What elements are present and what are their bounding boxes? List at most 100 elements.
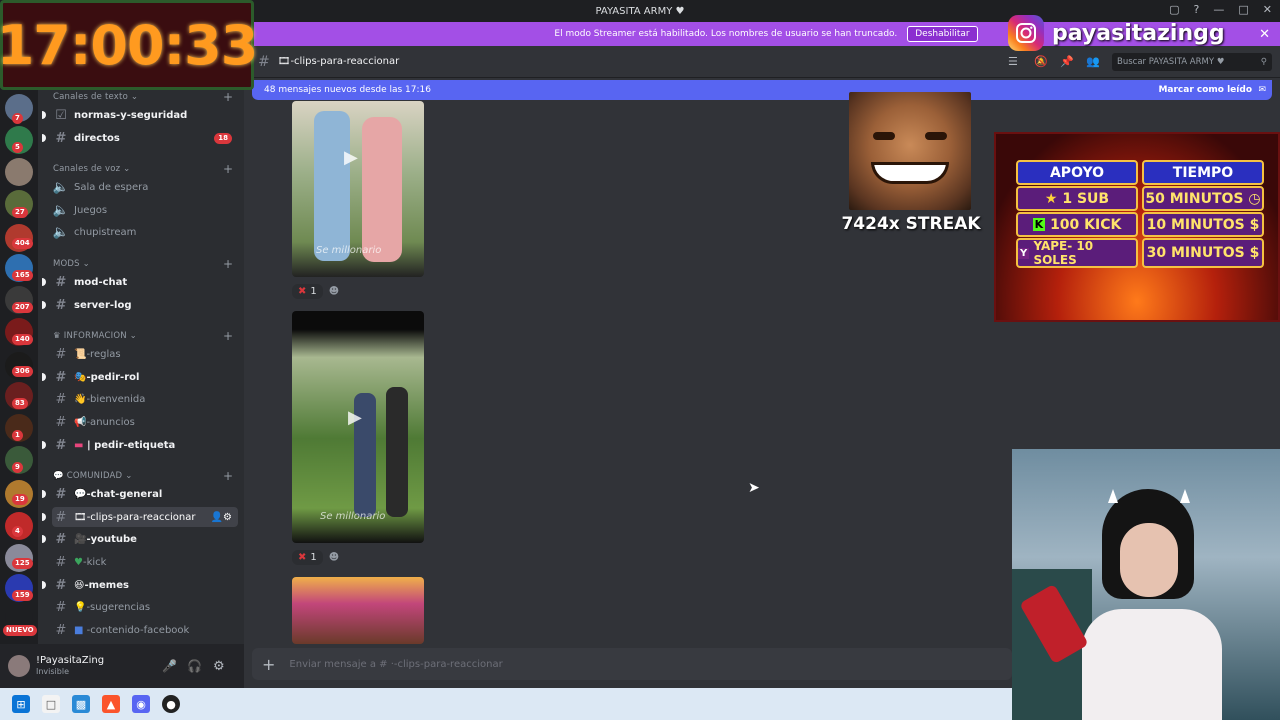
members-icon[interactable]: 👥 — [1086, 55, 1100, 68]
add-attachment-icon[interactable]: + — [262, 655, 275, 674]
green-heart-icon: ♥ — [74, 556, 83, 568]
channel-anuncios[interactable]: # 📢 -anuncios — [52, 412, 238, 432]
windows-start-icon[interactable]: ⊞ — [12, 695, 30, 713]
hash-icon: # — [55, 554, 67, 570]
category-informacion[interactable]: ♛ INFORMACION ⌄ + — [53, 329, 233, 343]
video-clip[interactable] — [292, 577, 424, 644]
mark-read-button[interactable]: Marcar como leído — [1158, 85, 1252, 95]
unread-dot — [42, 581, 46, 589]
hash-icon: # — [55, 622, 67, 638]
channel-contenido-facebook[interactable]: # ■ -contenido-facebook — [52, 620, 238, 640]
channel-clips-para-reaccionar[interactable]: # 🎞 -clips-para-reaccionar 👤⚙ — [42, 507, 238, 527]
channel-settings-icons[interactable]: 👤⚙ — [211, 512, 232, 523]
close-button[interactable]: ✕ — [1263, 3, 1272, 16]
channel-kick[interactable]: # ♥ -kick — [52, 552, 238, 572]
channel-label: -memes — [84, 579, 129, 591]
reaction-chip[interactable]: ✖ 1 — [292, 284, 323, 299]
channel-youtube[interactable]: # 🎥 -youtube — [42, 529, 238, 549]
youtube-icon: 🎥 — [74, 533, 87, 545]
explorer-icon[interactable]: ▩ — [72, 695, 90, 713]
hash-icon: # — [55, 486, 67, 502]
unread-dot — [42, 441, 46, 449]
channel-label: -anuncios — [86, 416, 135, 428]
hash-icon: # — [55, 577, 67, 593]
add-channel-icon[interactable]: + — [223, 257, 233, 271]
settings-gear-icon[interactable]: ⚙ — [213, 659, 225, 674]
channel-pedir-etiqueta[interactable]: # ▬ | pedir-etiqueta — [42, 435, 238, 455]
category-voice-channels[interactable]: Canales de voz ⌄ + — [53, 162, 233, 176]
support-label: 1 SUB — [1062, 190, 1110, 207]
threads-icon[interactable]: ☰ — [1008, 55, 1018, 68]
headphones-icon[interactable]: 🎧 — [187, 659, 202, 673]
video-clip[interactable]: ▶ Se millonario — [292, 101, 424, 277]
support-panel-header: APOYO TIEMPO — [1016, 160, 1264, 185]
search-input[interactable]: Buscar PAYASITA ARMY ♥ ⚲ — [1112, 53, 1272, 71]
category-label: Canales de texto — [53, 92, 128, 102]
maximize-button[interactable]: □ — [1238, 3, 1248, 16]
laugh-mouth — [871, 162, 949, 184]
pin-icon[interactable]: 📌 — [1060, 55, 1074, 68]
header-apoyo: APOYO — [1016, 160, 1138, 185]
channel-label: Sala de espera — [74, 181, 149, 193]
reaction-chip[interactable]: ✖ 1 — [292, 550, 323, 565]
server-icon[interactable] — [5, 158, 33, 186]
channel-chat-general[interactable]: # 💬 -chat-general — [42, 484, 238, 504]
category-text-channels[interactable]: Canales de texto ⌄ + — [53, 90, 233, 104]
close-banner-icon[interactable]: ✕ — [1259, 27, 1270, 42]
video-figure — [362, 117, 402, 262]
channel-server-log[interactable]: # server-log — [42, 295, 238, 315]
brave-browser-icon[interactable]: ▲ — [102, 695, 120, 713]
user-status: Invisible — [36, 667, 69, 676]
channel-label: chupistream — [74, 226, 137, 238]
voice-channel-juegos[interactable]: 🔈 Juegos — [52, 200, 238, 220]
play-icon[interactable]: ▶ — [344, 147, 358, 168]
play-icon[interactable]: ▶ — [348, 407, 362, 428]
channel-normas[interactable]: ☑ normas-y-seguridad — [42, 105, 238, 125]
channel-sugerencias[interactable]: # 💡 -sugerencias — [52, 597, 238, 617]
mention-count: 18 — [214, 132, 232, 144]
video-clip[interactable]: ▶ Se millonario — [292, 311, 424, 543]
add-reaction-icon[interactable]: ☻ — [329, 552, 339, 563]
disable-streamer-button[interactable]: Deshabilitar — [907, 26, 978, 42]
composer-placeholder: Enviar mensaje a # ·-clips-para-reaccion… — [289, 658, 503, 670]
server-badge: 165 — [12, 270, 33, 281]
channel-reglas[interactable]: # 📜 -reglas — [52, 344, 238, 364]
new-messages-bar[interactable]: 48 mensajes nuevos desde las 17:16 Marca… — [252, 80, 1272, 100]
eye-shape — [925, 132, 947, 140]
microphone-icon[interactable]: 🎤 — [162, 659, 177, 673]
file-icon[interactable]: □ — [42, 695, 60, 713]
obs-icon[interactable]: ● — [162, 695, 180, 713]
bulb-icon: 💡 — [74, 601, 87, 613]
reaction-row: ✖ 1 ☻ — [292, 284, 339, 299]
cat-ear-shape — [1180, 489, 1190, 503]
add-channel-icon[interactable]: + — [223, 90, 233, 104]
unread-dot — [42, 111, 46, 119]
money-icon: $ — [1249, 245, 1260, 261]
support-row: K 100 KICK 10 MINUTOS $ — [1016, 212, 1264, 237]
window-title: PAYASITA ARMY ♥ — [595, 5, 685, 17]
server-badge: 5 — [12, 142, 23, 153]
message-composer[interactable]: + Enviar mensaje a # ·-clips-para-reacci… — [252, 648, 1012, 680]
channel-pedir-rol[interactable]: # 🎭 -pedir-rol — [42, 367, 238, 387]
category-label: Canales de voz — [53, 164, 121, 174]
category-comunidad[interactable]: 💬 COMUNIDAD ⌄ + — [53, 469, 233, 483]
channel-directos[interactable]: # directos 18 — [42, 128, 238, 148]
voice-channel-chupistream[interactable]: 🔈 chupistream — [52, 222, 238, 242]
avatar[interactable] — [8, 655, 30, 677]
hash-icon: # — [55, 599, 67, 615]
category-label: MODS — [53, 259, 80, 269]
add-channel-icon[interactable]: + — [223, 329, 233, 343]
server-badge: 19 — [12, 494, 28, 505]
channel-mod-chat[interactable]: # mod-chat — [42, 272, 238, 292]
add-channel-icon[interactable]: + — [223, 469, 233, 483]
category-mods[interactable]: MODS ⌄ + — [53, 257, 233, 271]
webcam-feed — [1012, 449, 1280, 720]
discord-icon[interactable]: ◉ — [132, 695, 150, 713]
channel-memes[interactable]: # 😆 -memes — [42, 575, 238, 595]
category-label: COMUNIDAD — [66, 471, 123, 481]
add-reaction-icon[interactable]: ☻ — [329, 286, 339, 297]
bell-off-icon[interactable]: 🔕 — [1034, 55, 1048, 68]
channel-bienvenida[interactable]: # 👋 -bienvenida — [52, 389, 238, 409]
voice-channel-sala[interactable]: 🔈 Sala de espera — [52, 177, 238, 197]
add-channel-icon[interactable]: + — [223, 162, 233, 176]
